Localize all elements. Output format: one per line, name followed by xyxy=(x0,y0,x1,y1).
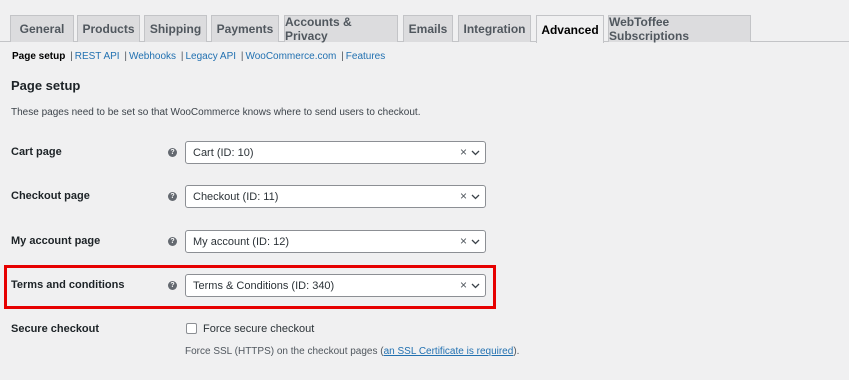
note-prefix: Force SSL (HTTPS) on the checkout pages … xyxy=(185,346,384,357)
clear-icon[interactable]: × xyxy=(460,278,467,292)
tab-integration[interactable]: Integration xyxy=(458,15,531,42)
subnav-webhooks-link[interactable]: Webhooks xyxy=(129,51,176,62)
checkout-page-label: Checkout page xyxy=(11,190,90,202)
chevron-down-icon xyxy=(471,150,480,156)
cart-page-select[interactable]: Cart (ID: 10) × xyxy=(185,141,486,164)
cart-page-label: Cart page xyxy=(11,146,62,158)
cart-page-value: Cart (ID: 10) xyxy=(193,147,254,159)
section-description: These pages need to be set so that WooCo… xyxy=(11,107,421,118)
checkout-page-value: Checkout (ID: 11) xyxy=(193,191,279,203)
force-secure-checkout-label[interactable]: Force secure checkout xyxy=(203,323,314,335)
section-title: Page setup xyxy=(11,78,81,93)
help-icon[interactable]: ? xyxy=(168,148,177,157)
clear-icon[interactable]: × xyxy=(460,234,467,248)
my-account-page-label: My account page xyxy=(11,235,101,247)
subnav-woocommerce-com-link[interactable]: WooCommerce.com xyxy=(245,51,336,62)
chevron-down-icon xyxy=(471,239,480,245)
tab-advanced[interactable]: Advanced xyxy=(536,15,604,43)
tab-accounts-privacy[interactable]: Accounts & Privacy xyxy=(284,15,398,43)
subnav-separator: | xyxy=(124,51,127,62)
clear-icon[interactable]: × xyxy=(460,145,467,159)
terms-page-label: Terms and conditions xyxy=(11,279,125,291)
secure-checkout-label: Secure checkout xyxy=(11,323,100,335)
tab-webtoffee-subscriptions[interactable]: WebToffee Subscriptions xyxy=(608,15,751,43)
subnav-legacy-api-link[interactable]: Legacy API xyxy=(185,51,236,62)
my-account-page-select[interactable]: My account (ID: 12) × xyxy=(185,230,486,253)
subnav-rest-api-link[interactable]: REST API xyxy=(75,51,120,62)
subnav-features-link[interactable]: Features xyxy=(346,51,385,62)
subnav-separator: | xyxy=(70,51,73,62)
chevron-down-icon xyxy=(471,283,480,289)
checkout-page-select[interactable]: Checkout (ID: 11) × xyxy=(185,185,486,208)
tab-emails[interactable]: Emails xyxy=(403,15,453,42)
force-secure-checkout-checkbox[interactable] xyxy=(186,323,197,334)
tab-payments[interactable]: Payments xyxy=(211,15,279,42)
help-icon[interactable]: ? xyxy=(168,237,177,246)
section-subnav: Page setup | REST API | Webhooks | Legacy A… xyxy=(12,51,385,62)
my-account-page-value: My account (ID: 12) xyxy=(193,236,289,248)
subnav-separator: | xyxy=(341,51,344,62)
secure-checkout-note: Force SSL (HTTPS) on the checkout pages … xyxy=(185,346,519,357)
terms-page-select[interactable]: Terms & Conditions (ID: 340) × xyxy=(185,274,486,297)
clear-icon[interactable]: × xyxy=(460,189,467,203)
tab-products[interactable]: Products xyxy=(77,15,140,42)
help-icon[interactable]: ? xyxy=(168,192,177,201)
tab-shipping[interactable]: Shipping xyxy=(144,15,207,42)
help-icon[interactable]: ? xyxy=(168,281,177,290)
chevron-down-icon xyxy=(471,194,480,200)
tab-general[interactable]: General xyxy=(10,15,74,42)
subnav-page-setup: Page setup xyxy=(12,51,66,62)
terms-page-value: Terms & Conditions (ID: 340) xyxy=(193,280,335,292)
ssl-certificate-link[interactable]: an SSL Certificate is required xyxy=(384,346,514,357)
settings-tab-bar: General Products Shipping Payments Accou… xyxy=(0,0,849,43)
note-suffix: ). xyxy=(513,346,520,357)
